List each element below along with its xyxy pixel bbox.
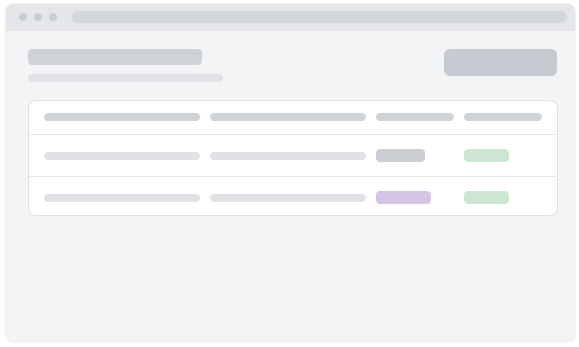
cell-text-placeholder bbox=[210, 152, 366, 160]
title-bar bbox=[6, 4, 575, 31]
primary-action-button-placeholder[interactable] bbox=[444, 49, 557, 76]
column-header-placeholder[interactable] bbox=[464, 113, 542, 121]
close-dot-icon[interactable] bbox=[19, 13, 27, 21]
address-bar-placeholder[interactable] bbox=[72, 11, 567, 23]
cell-text-placeholder bbox=[44, 152, 200, 160]
tag-badge-placeholder bbox=[464, 191, 509, 204]
tag-badge-placeholder bbox=[464, 149, 509, 162]
status-badge-placeholder bbox=[376, 149, 425, 162]
app-window bbox=[6, 4, 575, 341]
cell-text-placeholder bbox=[210, 194, 366, 202]
page-subtitle-placeholder bbox=[28, 74, 223, 82]
minimize-dot-icon[interactable] bbox=[34, 13, 42, 21]
column-header-placeholder[interactable] bbox=[44, 113, 200, 121]
table-card bbox=[28, 100, 558, 216]
maximize-dot-icon[interactable] bbox=[49, 13, 57, 21]
status-badge-placeholder bbox=[376, 191, 431, 204]
row-divider bbox=[29, 134, 557, 135]
column-header-placeholder[interactable] bbox=[376, 113, 454, 121]
page-title-placeholder bbox=[28, 49, 202, 65]
column-header-placeholder[interactable] bbox=[210, 113, 366, 121]
cell-text-placeholder bbox=[44, 194, 200, 202]
row-divider bbox=[29, 176, 557, 177]
